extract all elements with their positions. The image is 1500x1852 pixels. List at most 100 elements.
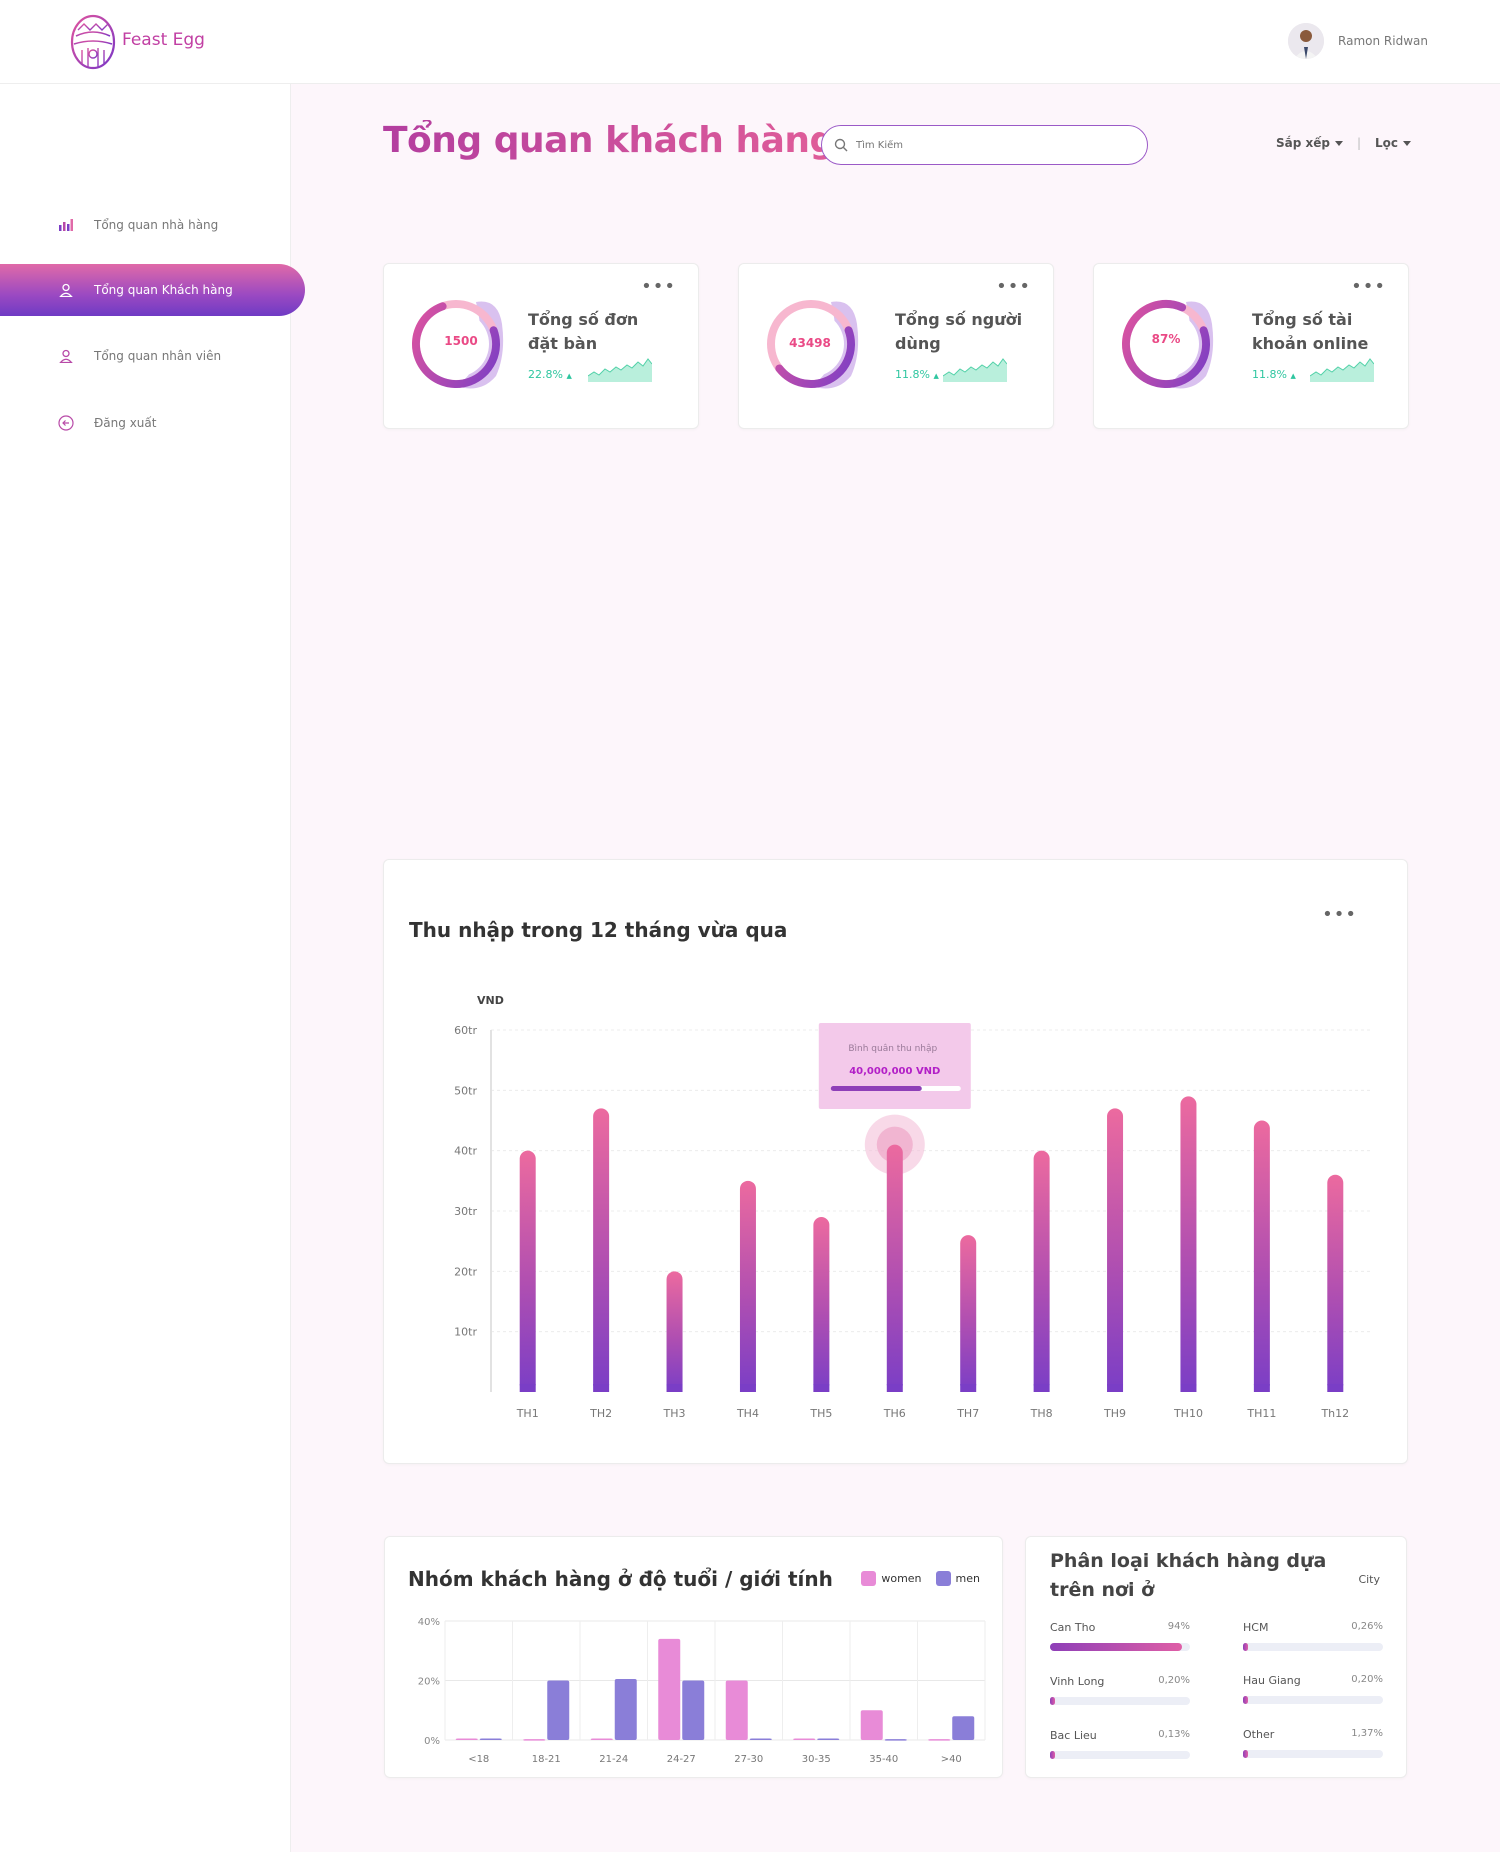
caret-down-icon (1334, 141, 1343, 146)
more-options-icon[interactable]: ••• (996, 276, 1031, 297)
staff-icon (56, 346, 76, 366)
progress-fill (1050, 1751, 1055, 1759)
income-bar-base (813, 1384, 830, 1392)
x-tick-label: Th12 (1320, 1407, 1349, 1420)
income-bar-base (1033, 1384, 1050, 1392)
more-options-icon[interactable]: ••• (641, 276, 676, 297)
brand-name: Feast Egg (122, 30, 205, 50)
y-tick-label: 20tr (454, 1265, 477, 1278)
age-bar-men[interactable] (749, 1738, 772, 1741)
age-bar-women[interactable] (658, 1638, 681, 1740)
search-input[interactable] (856, 139, 1116, 151)
sidebar-item-restaurant-overview[interactable]: Tổng quan nhà hàng (0, 199, 305, 251)
stat-card-orders: ••• 1500 Tổng số đơn đặt bàn 22.8% ▲ (383, 263, 699, 429)
user-avatar-icon (1288, 23, 1325, 59)
search-box[interactable] (821, 125, 1148, 165)
city-breakdown-card: Phân loại khách hàng dựa trên nơi ở City… (1025, 1536, 1407, 1778)
filter-dropdown[interactable]: Lọc (1375, 136, 1412, 150)
city-name: HCM (1243, 1621, 1269, 1634)
sort-dropdown[interactable]: Sắp xếp (1276, 136, 1343, 150)
caret-down-icon (1403, 141, 1412, 146)
brand-logo[interactable]: Feast Egg (68, 10, 205, 70)
tooltip-label: Bình quân thu nhập (848, 1044, 937, 1054)
age-bar-women[interactable] (793, 1738, 816, 1741)
y-tick-label: 30tr (454, 1205, 477, 1218)
y-tick-label: 40% (418, 1617, 440, 1628)
sidebar-item-label: Tổng quan nhân viên (94, 349, 222, 363)
city-pct: 0,20% (1158, 1675, 1190, 1686)
income-bar[interactable] (519, 1150, 536, 1392)
sparkline-chart (588, 358, 652, 382)
income-bar[interactable] (813, 1217, 830, 1392)
age-bar-women[interactable] (860, 1710, 883, 1740)
city-pct: 0,20% (1351, 1674, 1383, 1685)
progress-fill (1243, 1696, 1248, 1704)
stat-change-value: 11.8% (1252, 368, 1287, 381)
income-bar[interactable] (960, 1235, 977, 1392)
income-bar-base (739, 1384, 756, 1392)
stat-label: Tổng số người dùng (895, 310, 1023, 353)
sidebar: Tổng quan nhà hàng Tổng quan Khách hàng … (0, 84, 305, 1852)
stat-change: 22.8% ▲ (528, 368, 572, 381)
user-icon (56, 280, 76, 300)
age-bar-men[interactable] (884, 1739, 907, 1741)
age-bar-men[interactable] (547, 1680, 570, 1741)
sidebar-item-logout[interactable]: Đăng xuất (0, 397, 305, 449)
stat-value: 87% (1151, 332, 1181, 346)
top-bar: Feast Egg Ramon Ridwan (0, 0, 1500, 84)
x-tick-label: TH9 (1103, 1407, 1126, 1420)
income-bar[interactable] (593, 1108, 610, 1392)
age-bar-women[interactable] (455, 1738, 478, 1741)
age-bar-men[interactable] (817, 1738, 840, 1741)
stat-change-value: 11.8% (895, 368, 930, 381)
income-bar-base (1253, 1384, 1270, 1392)
income-bar[interactable] (886, 1144, 903, 1392)
income-bar[interactable] (666, 1271, 683, 1392)
income-bar[interactable] (739, 1180, 756, 1392)
avatar[interactable] (1288, 23, 1325, 59)
age-bar-men[interactable] (479, 1738, 502, 1741)
x-tick-label: 27-30 (734, 1754, 763, 1765)
tooltip-progress-fill (830, 1086, 922, 1091)
age-bar-women[interactable] (523, 1739, 546, 1741)
age-bar-men[interactable] (682, 1680, 705, 1741)
progress-track (1243, 1696, 1383, 1704)
y-tick-label: 50tr (454, 1084, 477, 1097)
age-bar-men[interactable] (614, 1679, 637, 1740)
age-bar-women[interactable] (928, 1739, 951, 1741)
card-title: Phân loại khách hàng dựa trên nơi ở (1050, 1550, 1327, 1601)
sidebar-item-staff-overview[interactable]: Tổng quan nhân viên (0, 330, 305, 382)
income-bar-base (1107, 1384, 1124, 1392)
more-options-icon[interactable]: ••• (1351, 276, 1386, 297)
income-bar[interactable] (1180, 1096, 1197, 1392)
age-bar-women[interactable] (725, 1680, 748, 1741)
y-tick-label: 10tr (454, 1326, 477, 1339)
x-tick-label: TH2 (589, 1407, 612, 1420)
user-profile[interactable]: Ramon Ridwan (1288, 23, 1428, 59)
x-tick-label: >40 (941, 1754, 962, 1765)
y-tick-label: 20% (418, 1677, 440, 1688)
stat-card-users: ••• 43498 Tổng số người dùng 11.8% ▲ (738, 263, 1054, 429)
income-bar[interactable] (1327, 1174, 1344, 1392)
income-bar[interactable] (1033, 1150, 1050, 1392)
user-name: Ramon Ridwan (1338, 34, 1428, 48)
income-bar[interactable] (1107, 1108, 1124, 1392)
city-name: Bac Lieu (1050, 1729, 1097, 1742)
filter-label: Lọc (1375, 136, 1399, 150)
city-pct: 1,37% (1351, 1728, 1383, 1739)
income-chart-card: Thu nhập trong 12 tháng vừa qua ••• VND 1… (383, 859, 1408, 1464)
x-tick-label: 30-35 (802, 1754, 831, 1765)
age-gender-bar-chart: 0% 20% 40% <18 18-21 21-24 24-27 27-30 30-35 35-4… (418, 1617, 986, 1765)
logout-icon (56, 413, 76, 433)
y-tick-label: 60tr (454, 1024, 477, 1037)
stat-label: Tổng số tài khoản online (1252, 310, 1369, 353)
sort-filter-bar: Sắp xếp | Lọc (1276, 136, 1412, 150)
search-icon (834, 138, 848, 152)
sidebar-item-label: Đăng xuất (94, 416, 157, 430)
age-bar-men[interactable] (952, 1716, 975, 1740)
income-bar-base (886, 1384, 903, 1392)
sidebar-item-customer-overview[interactable]: Tổng quan Khách hàng (0, 264, 305, 316)
age-bar-women[interactable] (590, 1738, 613, 1741)
x-tick-label: TH1 (516, 1407, 539, 1420)
income-bar[interactable] (1253, 1120, 1270, 1393)
